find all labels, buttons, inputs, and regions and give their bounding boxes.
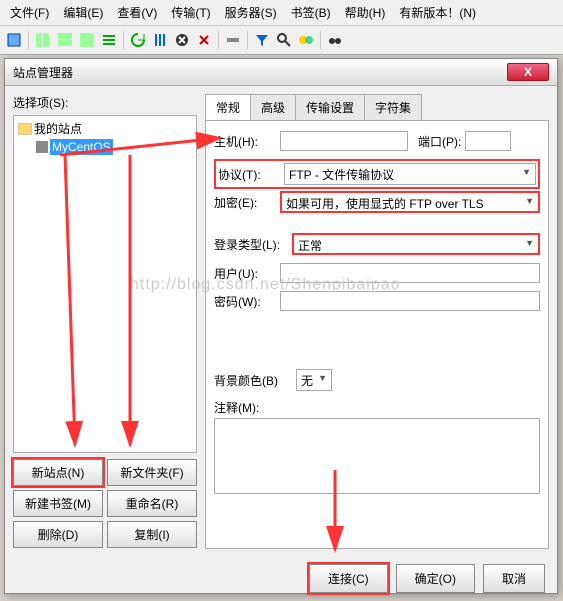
new-bookmark-button[interactable]: 新建书签(M) — [13, 490, 103, 517]
compare-icon[interactable] — [296, 30, 316, 50]
bgcolor-label: 背景颜色(B) — [214, 372, 292, 389]
tab-charset[interactable]: 字符集 — [364, 94, 422, 120]
menu-bookmarks[interactable]: 书签(B) — [285, 2, 337, 23]
port-input[interactable] — [465, 131, 511, 151]
menu-update[interactable]: 有新版本！(N) — [393, 2, 482, 23]
process-icon[interactable] — [150, 30, 170, 50]
logontype-label: 登录类型(L): — [214, 236, 288, 253]
filter-icon[interactable] — [252, 30, 272, 50]
select-entry-label: 选择项(S): — [13, 94, 197, 111]
rename-button[interactable]: 重命名(R) — [107, 490, 197, 517]
new-site-button[interactable]: 新站点(N) — [13, 459, 103, 486]
menu-help[interactable]: 帮助(H) — [339, 2, 392, 23]
comment-textarea[interactable] — [214, 418, 540, 494]
password-label: 密码(W): — [214, 293, 276, 310]
menubar: 文件(F) 编辑(E) 查看(V) 传输(T) 服务器(S) 书签(B) 帮助(… — [0, 0, 563, 26]
dialog-footer: 连接(C) 确定(O) 取消 — [5, 556, 557, 601]
protocol-select[interactable]: FTP - 文件传输协议 — [284, 163, 536, 185]
protocol-label: 协议(T): — [218, 166, 280, 183]
tab-advanced[interactable]: 高级 — [250, 94, 296, 120]
menu-edit[interactable]: 编辑(E) — [57, 2, 109, 23]
tree-root-label: 我的站点 — [34, 120, 82, 137]
server-icon — [36, 141, 48, 153]
menu-server[interactable]: 服务器(S) — [219, 2, 283, 23]
logontype-select[interactable]: 正常 — [292, 233, 540, 255]
refresh-icon[interactable] — [128, 30, 148, 50]
reconnect-icon[interactable] — [223, 30, 243, 50]
sitemanager-icon[interactable] — [4, 30, 24, 50]
cancel-icon[interactable] — [172, 30, 192, 50]
close-button[interactable]: X — [507, 63, 549, 81]
password-input[interactable] — [280, 291, 540, 311]
tree-item-label: MyCentOS — [50, 139, 113, 155]
left-panel: 选择项(S): 我的站点 MyCentOS 新站点(N) 新文件夹(F) 新建书… — [13, 94, 197, 548]
layout2-icon[interactable] — [55, 30, 75, 50]
tree-root[interactable]: 我的站点 — [18, 120, 192, 137]
menu-view[interactable]: 查看(V) — [111, 2, 163, 23]
port-label: 端口(P): — [418, 133, 461, 150]
delete-button[interactable]: 删除(D) — [13, 521, 103, 548]
new-folder-button[interactable]: 新文件夹(F) — [107, 459, 197, 486]
queue-icon[interactable] — [99, 30, 119, 50]
binoculars-icon[interactable] — [325, 30, 345, 50]
layout3-icon[interactable] — [77, 30, 97, 50]
folder-icon — [18, 123, 32, 135]
tab-transfer[interactable]: 传输设置 — [295, 94, 365, 120]
watermark: http://blog.csdn.net/Shenpibaipao — [130, 276, 401, 294]
ok-button[interactable]: 确定(O) — [396, 564, 475, 593]
copy-button[interactable]: 复制(I) — [107, 521, 197, 548]
comment-label: 注释(M): — [214, 399, 276, 416]
search-icon[interactable] — [274, 30, 294, 50]
connect-button[interactable]: 连接(C) — [309, 564, 388, 593]
dialog-title: 站点管理器 — [13, 64, 73, 81]
menu-file[interactable]: 文件(F) — [4, 2, 55, 23]
titlebar: 站点管理器 X — [5, 59, 557, 86]
encryption-label: 加密(E): — [214, 194, 276, 211]
host-label: 主机(H): — [214, 133, 276, 150]
menu-transfer[interactable]: 传输(T) — [165, 2, 216, 23]
cancel-button[interactable]: 取消 — [483, 564, 545, 593]
encryption-select[interactable]: 如果可用，使用显式的 FTP over TLS — [280, 191, 540, 213]
tabs: 常规 高级 传输设置 字符集 — [205, 94, 549, 121]
tab-content: 主机(H): 端口(P): 协议(T): FTP - 文件传输协议 加密(E):… — [205, 121, 549, 549]
toolbar — [0, 26, 563, 55]
tree-item-site[interactable]: MyCentOS — [36, 139, 192, 155]
layout1-icon[interactable] — [33, 30, 53, 50]
disconnect-icon[interactable] — [194, 30, 214, 50]
site-manager-dialog: 站点管理器 X 选择项(S): 我的站点 MyCentOS 新站点(N) 新文件… — [4, 58, 558, 594]
tab-general[interactable]: 常规 — [205, 94, 251, 120]
right-panel: 常规 高级 传输设置 字符集 主机(H): 端口(P): 协议(T): FTP … — [205, 94, 549, 548]
host-input[interactable] — [280, 131, 408, 151]
bgcolor-select[interactable]: 无 — [296, 369, 332, 391]
